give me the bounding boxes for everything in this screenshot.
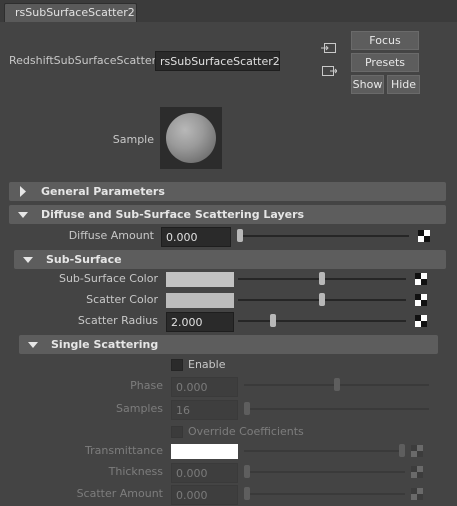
map-texture-icon[interactable] (415, 273, 427, 285)
frame-title: Sub-Surface (46, 253, 122, 266)
map-texture-icon[interactable] (418, 230, 430, 242)
sub-surface-color-swatch[interactable] (166, 272, 234, 287)
transmittance-slider-track[interactable] (244, 450, 405, 452)
transmittance-label: Transmittance (85, 444, 163, 457)
sample-label: Sample (112, 133, 154, 146)
frame-title: General Parameters (41, 185, 165, 198)
thickness-slider-thumb[interactable] (244, 465, 250, 478)
hide-button[interactable]: Hide (387, 75, 420, 94)
sub-surface-color-label: Sub-Surface Color (58, 272, 158, 285)
thickness-field[interactable] (171, 463, 238, 483)
input-connection-icon[interactable] (321, 41, 337, 55)
expanded-arrow-icon (28, 342, 38, 348)
phase-label: Phase (130, 379, 163, 392)
diffuse-amount-field[interactable] (161, 227, 231, 247)
map-texture-icon[interactable] (411, 488, 423, 500)
expanded-arrow-icon (18, 212, 28, 218)
frame-single-scattering[interactable]: Single Scattering (19, 335, 438, 354)
samples-slider-thumb[interactable] (244, 402, 250, 415)
override-coefficients-checkbox[interactable] (171, 426, 183, 438)
show-button[interactable]: Show (351, 75, 384, 94)
focus-button[interactable]: Focus (351, 31, 419, 50)
output-connection-icon[interactable] (321, 64, 337, 78)
scatter-radius-field[interactable] (166, 312, 234, 332)
frame-diffuse-layers[interactable]: Diffuse and Sub-Surface Scattering Layer… (9, 205, 446, 224)
node-type-label: RedshiftSubSurfaceScatter: (9, 54, 160, 67)
tab-bar: rsSubSurfaceScatter2 (0, 0, 457, 22)
scatter-color-swatch[interactable] (166, 293, 234, 308)
frame-title: Single Scattering (51, 338, 159, 351)
scatter-amount-label: Scatter Amount (76, 487, 163, 500)
map-texture-icon[interactable] (415, 315, 427, 327)
presets-button[interactable]: Presets (351, 53, 419, 72)
frame-general-parameters[interactable]: General Parameters (9, 182, 446, 201)
expanded-arrow-icon (23, 257, 33, 263)
map-texture-icon[interactable] (411, 466, 423, 478)
thickness-label: Thickness (108, 465, 163, 478)
scatter-color-label: Scatter Color (86, 293, 158, 306)
collapsed-arrow-icon (20, 186, 26, 197)
tab-node[interactable]: rsSubSurfaceScatter2 (4, 3, 137, 22)
node-name-input[interactable] (155, 51, 280, 71)
scatter-amount-slider-track[interactable] (244, 493, 405, 495)
samples-field[interactable] (171, 400, 238, 420)
diffuse-amount-slider-thumb[interactable] (237, 229, 243, 242)
thickness-slider-track[interactable] (244, 471, 405, 473)
override-coefficients-label: Override Coefficients (188, 425, 304, 438)
sub-surface-color-slider-thumb[interactable] (319, 272, 325, 285)
scatter-radius-slider-thumb[interactable] (270, 314, 277, 327)
scatter-radius-label: Scatter Radius (77, 314, 158, 327)
sample-swatch[interactable] (160, 107, 222, 169)
frame-title: Diffuse and Sub-Surface Scattering Layer… (41, 208, 305, 221)
frame-sub-surface[interactable]: Sub-Surface (14, 250, 446, 269)
transmittance-color-swatch[interactable] (171, 444, 238, 459)
samples-slider-track[interactable] (244, 408, 429, 410)
enable-checkbox[interactable] (171, 359, 183, 371)
sample-sphere (166, 113, 216, 163)
enable-label: Enable (188, 358, 226, 371)
scatter-amount-slider-thumb[interactable] (244, 487, 250, 500)
phase-slider-thumb[interactable] (333, 378, 340, 391)
scatter-radius-slider-track[interactable] (238, 320, 406, 322)
samples-label: Samples (116, 402, 163, 415)
scatter-amount-field[interactable] (171, 485, 238, 505)
scatter-color-slider-thumb[interactable] (319, 293, 325, 306)
map-texture-icon[interactable] (415, 294, 427, 306)
diffuse-amount-slider-track[interactable] (237, 235, 409, 237)
phase-field[interactable] (171, 377, 238, 397)
transmittance-slider-thumb[interactable] (399, 444, 405, 457)
map-texture-icon[interactable] (411, 445, 423, 457)
diffuse-amount-label: Diffuse Amount (68, 229, 154, 242)
